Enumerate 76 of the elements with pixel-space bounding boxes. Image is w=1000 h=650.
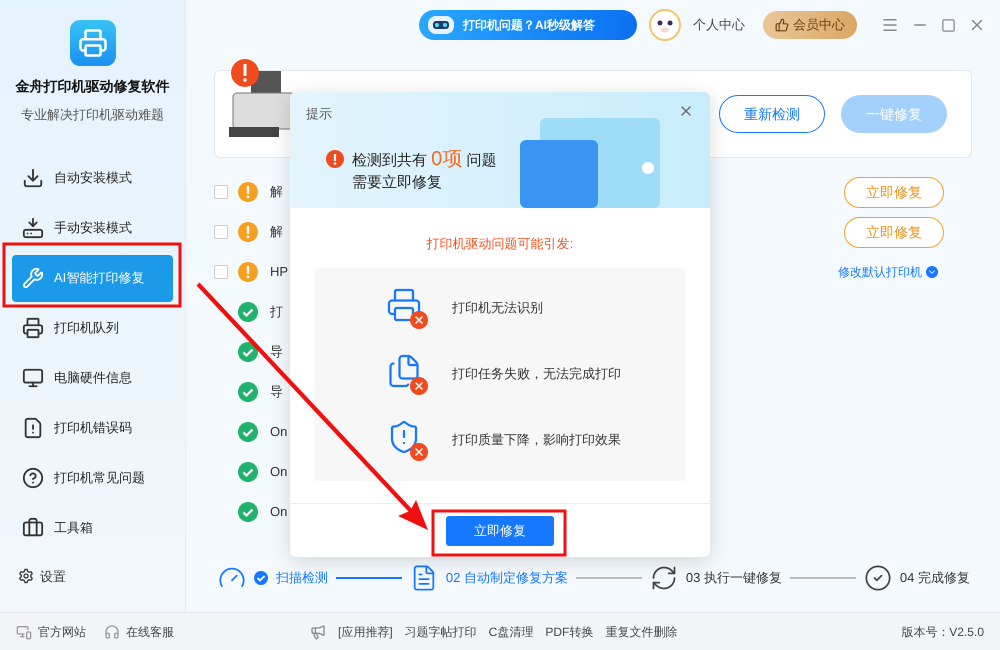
issue-text: HP (270, 263, 288, 282)
download-icon (22, 167, 44, 189)
settings-link[interactable]: 设置 (40, 566, 66, 586)
effect-text: 打印质量下降，影响打印效果 (452, 431, 621, 450)
headset-icon (104, 624, 120, 640)
avatar-icon[interactable] (649, 9, 681, 41)
sidebar-item[interactable]: 打印机队列 (12, 304, 173, 352)
file-warning-icon (22, 417, 44, 439)
alert-icon (326, 150, 344, 168)
menu-icon[interactable] (881, 16, 899, 34)
issue-text: 导 (270, 383, 283, 402)
step-label: 02 自动制定修复方案 (446, 569, 568, 588)
help-icon (22, 467, 44, 489)
issue-text: 打 (270, 303, 283, 322)
promo-link[interactable]: 习题字帖打印 (404, 622, 477, 640)
check-icon (238, 502, 258, 522)
step-label: 04 完成修复 (900, 569, 970, 588)
sidebar-item[interactable]: 自动安装模式 (12, 154, 173, 202)
issue-text: 解 (270, 223, 283, 242)
check-icon (238, 382, 258, 402)
promo-link[interactable]: 重复文件删除 (605, 622, 678, 640)
app-title: 金舟打印机驱动修复软件 (16, 77, 170, 96)
issue-text: 导 (270, 343, 283, 362)
settings-icon[interactable] (18, 568, 34, 584)
website-link[interactable]: 官方网站 (38, 622, 86, 640)
thumbs-up-icon (775, 18, 789, 32)
dialog-subtitle: 打印机驱动问题可能引发: (426, 235, 574, 253)
briefcase-icon (22, 517, 44, 539)
website-icon (16, 624, 32, 640)
effect-text: 打印机无法识别 (452, 299, 543, 318)
sidebar-item[interactable]: 工具箱 (12, 504, 173, 552)
dropdown-icon (926, 266, 938, 278)
check-circle-icon (864, 564, 892, 592)
issue-text: On (270, 463, 288, 482)
checkbox[interactable] (214, 265, 228, 279)
warning-icon (238, 262, 258, 282)
promo-link[interactable]: C盘清理 (488, 622, 534, 640)
step-label: 03 执行一键修复 (686, 569, 782, 588)
wrench-icon (22, 267, 44, 289)
sidebar-item[interactable]: 手动安装模式 (12, 204, 173, 252)
sidebar-item[interactable]: 打印机常见问题 (12, 454, 173, 502)
profile-link[interactable]: 个人中心 (693, 15, 745, 35)
maximize-icon[interactable] (941, 18, 956, 32)
app-logo (70, 20, 116, 66)
megaphone-icon (310, 624, 326, 640)
warning-icon (238, 222, 258, 242)
dialog-title: 提示 (306, 105, 332, 123)
support-link[interactable]: 在线客服 (126, 622, 174, 640)
download-drive-icon (22, 217, 44, 239)
issue-text: On (270, 423, 288, 442)
printer-icon (22, 317, 44, 339)
sidebar-item[interactable]: 打印机错误码 (12, 404, 173, 452)
change-default-printer-link[interactable]: 修改默认打印机 (838, 263, 938, 281)
rescan-button[interactable]: 重新检测 (719, 95, 825, 133)
checkbox[interactable] (214, 185, 228, 199)
issue-text: On (270, 503, 288, 522)
check-icon (238, 302, 258, 322)
printer-error-icon (386, 287, 428, 329)
fix-now-button[interactable]: 立即修复 (446, 516, 554, 546)
check-icon (238, 422, 258, 442)
promo-label: [应用推荐] (338, 624, 393, 640)
issue-text: 解 (270, 183, 283, 202)
app-subtitle: 专业解决打印机驱动难题 (21, 106, 164, 124)
step-label: 扫描检测 (276, 569, 328, 588)
monitor-icon (22, 367, 44, 389)
vip-button[interactable]: 会员中心 (763, 11, 857, 39)
dialog-message: 检测到共有 0项 问题 (352, 147, 496, 172)
version-text: 版本号：V2.5.0 (901, 624, 984, 640)
checkbox[interactable] (214, 225, 228, 239)
sidebar-item[interactable]: 电脑硬件信息 (12, 354, 173, 402)
refresh-icon (650, 564, 678, 592)
check-icon (238, 462, 258, 482)
warning-icon (238, 182, 258, 202)
promo-link[interactable]: PDF转换 (545, 622, 594, 640)
effect-text: 打印任务失败，无法完成打印 (452, 365, 621, 384)
dialog-message-line: 需要立即修复 (352, 173, 442, 193)
